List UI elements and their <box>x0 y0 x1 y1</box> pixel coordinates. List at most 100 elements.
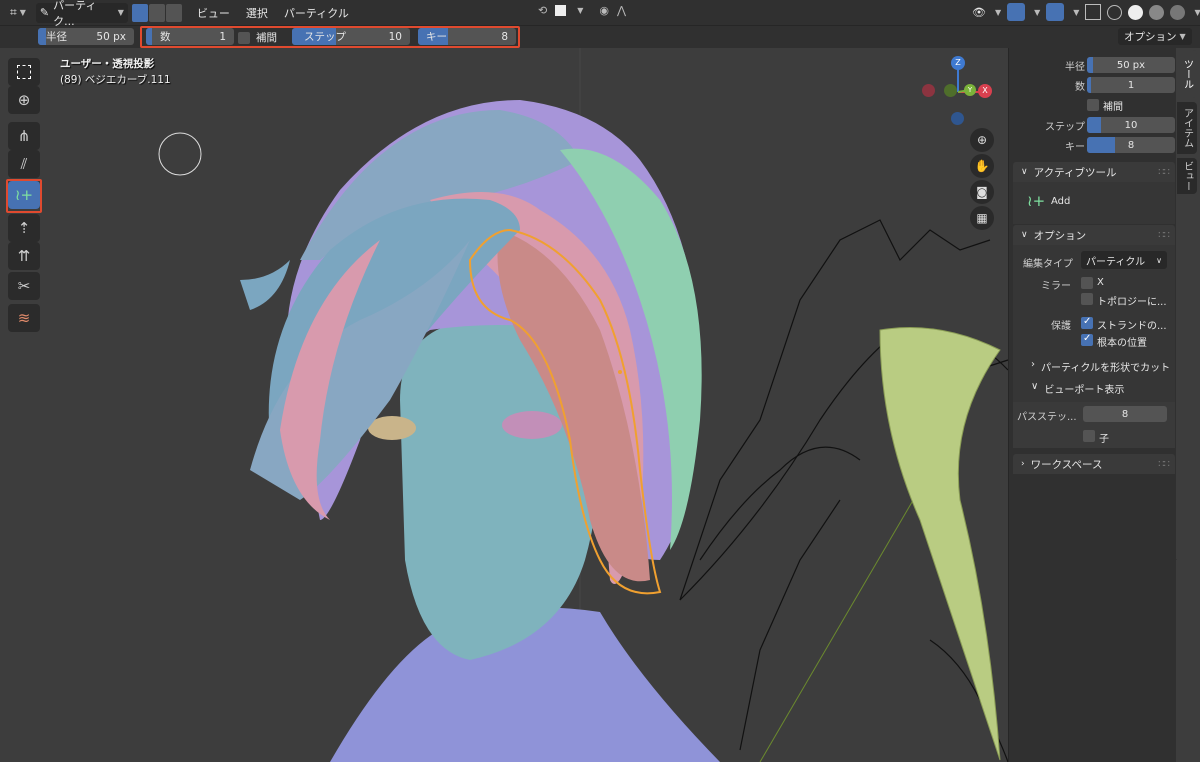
path-steps-field[interactable]: 8 <box>1083 406 1167 422</box>
drag-handle-icon[interactable]: ∷∷ <box>1158 167 1170 178</box>
gizmo-z-label: Z <box>955 58 961 67</box>
workspace-header[interactable]: › ワークスペース ∷∷ <box>1013 454 1175 474</box>
shading-solid-icon[interactable] <box>1128 4 1144 20</box>
cut-shape-label: パーティクルを形状でカット <box>1041 363 1171 374</box>
shading-rendered-icon[interactable] <box>1170 4 1186 20</box>
editor-type-button[interactable]: ⌗ ▼ <box>6 3 30 23</box>
gizmo-neg-z[interactable] <box>951 112 964 125</box>
weight-tool[interactable]: ≋ <box>8 304 40 332</box>
chevron-down-icon[interactable]: ▼ <box>995 8 1001 17</box>
tab-item[interactable]: アイテム <box>1177 102 1197 154</box>
shading-material-icon[interactable] <box>1149 4 1165 20</box>
radius-field[interactable]: 半径 50 px <box>38 28 134 45</box>
chevron-down-icon[interactable]: ▼ <box>1073 8 1079 17</box>
mirror-x-label: X <box>1097 277 1104 288</box>
gizmo-z[interactable]: Z <box>951 56 965 70</box>
chevron-down-icon: ▼ <box>19 8 26 17</box>
tab-tool[interactable]: ツール <box>1177 50 1197 98</box>
interpolate-checkbox[interactable] <box>238 31 250 44</box>
menu-view[interactable]: ビュー <box>189 3 238 23</box>
length-tool[interactable]: ⇡ <box>8 214 40 242</box>
tip-mode-icon[interactable] <box>165 3 182 22</box>
zoom-button[interactable]: ⊕ <box>970 128 994 152</box>
gizmo-neg-y[interactable] <box>944 84 957 97</box>
scissors-icon: ✂ <box>17 277 31 295</box>
chevron-down-icon[interactable]: ▼ <box>1194 8 1200 17</box>
chevron-down-icon[interactable]: ▼ <box>577 6 583 15</box>
menu-particle[interactable]: パーティクル <box>276 3 357 23</box>
camera-icon: ◙ <box>976 185 988 199</box>
edit-type-value: パーティクル <box>1086 256 1146 268</box>
viewport-display-subpanel[interactable]: ∨ ビューポート表示 <box>1031 381 1124 396</box>
proportional-toggle-icon[interactable] <box>555 5 567 16</box>
n-interpolate-checkbox[interactable] <box>1087 99 1099 111</box>
smooth-icon: ⫽ <box>20 155 28 173</box>
cursor-tool[interactable]: ⊕ <box>8 86 40 114</box>
count-value: 1 <box>219 30 226 43</box>
path-steps-label: パスステッ... <box>1017 412 1077 423</box>
active-tool-header[interactable]: ∨ アクティブツール ∷∷ <box>1013 162 1175 182</box>
gizmo-toggle-icon[interactable] <box>1007 3 1026 21</box>
options-header[interactable]: ∨ オプション ∷∷ <box>1013 225 1175 245</box>
mode-selector[interactable]: ✎ パーティク... ▼ <box>35 0 128 28</box>
gizmo-y[interactable]: Y <box>964 84 976 96</box>
radius-value: 50 px <box>96 30 126 43</box>
steps-value: 10 <box>388 30 402 43</box>
orientation-icon[interactable]: ⟲ <box>538 4 547 17</box>
steps-field[interactable]: ステップ 10 <box>292 28 410 45</box>
puff-tool[interactable]: ⇈ <box>8 242 40 270</box>
shading-wireframe-icon[interactable] <box>1107 4 1123 20</box>
comb-tool[interactable]: ⋔ <box>8 122 40 150</box>
children-checkbox[interactable] <box>1083 430 1095 442</box>
gizmo-x[interactable]: X <box>978 84 992 98</box>
menu-select[interactable]: 選択 <box>238 3 276 23</box>
header-bar: ⌗ ▼ ✎ パーティク... ▼ ビュー 選択 パーティクル ⟲ ▼ ◉ ⋀ 👁 … <box>0 0 1200 28</box>
n-count-row: 数 1 <box>1009 76 1177 94</box>
chevron-down-icon[interactable]: ▼ <box>1034 8 1040 17</box>
perspective-toggle-button[interactable]: ▦ <box>970 206 994 230</box>
add-tool[interactable]: ≀+ <box>8 181 40 209</box>
n-radius-row: 半径 50 px <box>1009 56 1177 74</box>
xray-icon[interactable] <box>1085 4 1102 20</box>
drag-handle-icon[interactable]: ∷∷ <box>1158 459 1170 470</box>
visibility-icon[interactable]: 👁 <box>972 6 986 19</box>
navigation-gizmo[interactable]: Z X Y <box>918 52 998 132</box>
overlay-toggle-icon[interactable] <box>1046 3 1065 21</box>
falloff-icon[interactable]: ⋀ <box>617 4 626 17</box>
pivot-icon[interactable]: ◉ <box>599 4 609 17</box>
edit-type-dropdown[interactable]: パーティクル ∨ <box>1081 251 1167 269</box>
mirror-x-checkbox[interactable] <box>1081 277 1093 289</box>
n-keys-row: キー 8 <box>1009 136 1177 154</box>
n-steps-field[interactable]: 10 <box>1087 117 1175 133</box>
interpolate-toggle[interactable]: 補間 <box>238 30 277 45</box>
select-box-tool[interactable] <box>8 58 40 86</box>
n-radius-field[interactable]: 50 px <box>1087 57 1175 73</box>
camera-view-button[interactable]: ◙ <box>970 180 994 204</box>
smooth-tool[interactable]: ⫽ <box>8 150 40 178</box>
pan-button[interactable]: ✋ <box>970 154 994 178</box>
options-dropdown[interactable]: オプション ▼ <box>1118 28 1192 45</box>
n-count-field[interactable]: 1 <box>1087 77 1175 93</box>
protect-root-checkbox[interactable] <box>1081 333 1093 346</box>
mirror-topology-checkbox[interactable] <box>1081 293 1093 305</box>
n-steps-row: ステップ 10 <box>1009 116 1177 134</box>
n-interpolate-row[interactable]: 補間 <box>1009 96 1177 114</box>
path-mode-icon[interactable] <box>131 3 148 22</box>
n-keys-field[interactable]: 8 <box>1087 137 1175 153</box>
drag-handle-icon[interactable]: ∷∷ <box>1158 230 1170 241</box>
protect-strands-checkbox[interactable] <box>1081 316 1093 329</box>
chevron-down-icon: ∨ <box>1021 230 1028 240</box>
gizmo-neg-x[interactable] <box>922 84 935 97</box>
keys-field[interactable]: キー 8 <box>418 28 516 45</box>
weight-icon: ≋ <box>17 309 31 327</box>
count-field[interactable]: 数 1 <box>146 28 234 45</box>
sidebar-panel: 半径 50 px 数 1 補間 ステップ 10 キー 8 ∨ アクティブツール … <box>1008 48 1176 762</box>
path-steps-value: 8 <box>1121 408 1129 420</box>
cut-tool[interactable]: ✂ <box>8 272 40 300</box>
tab-view[interactable]: ビュー <box>1177 158 1197 194</box>
point-mode-icon[interactable] <box>148 3 165 22</box>
hand-icon: ✋ <box>974 159 990 173</box>
n-radius-value: 50 px <box>1116 59 1146 71</box>
protect-label: 保護 <box>1051 321 1071 332</box>
cut-shape-subpanel[interactable]: › パーティクルを形状でカット <box>1031 359 1170 374</box>
